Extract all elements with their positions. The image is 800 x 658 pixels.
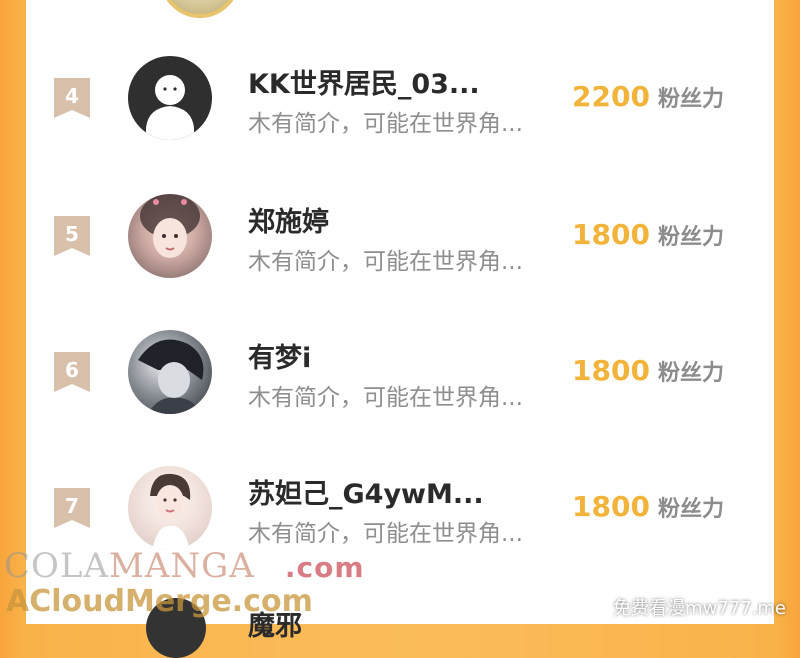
watermark-cola: COLA <box>4 546 110 586</box>
avatar[interactable] <box>128 194 212 278</box>
fans-label: 粉丝力 <box>657 225 724 250</box>
rank-badge: 7 <box>54 488 90 528</box>
user-name[interactable]: KK世界居民_03... <box>248 62 480 101</box>
user-name[interactable]: 郑施婷 <box>248 200 329 239</box>
user-photo-icon <box>150 473 191 550</box>
fans-label: 粉丝力 <box>657 87 724 112</box>
user-name[interactable]: 苏妲己_G4ywM... <box>248 472 484 511</box>
ranking-panel: 4 KK世界居民_03... 木有简介，可能在世界角... 2200 粉丝力 5 <box>26 0 774 624</box>
watermark-dotcom: .com <box>284 551 365 584</box>
watermark-colamanga: COLAMANGA .com <box>4 546 365 586</box>
fans-score: 1800 粉丝力 <box>572 218 724 251</box>
fans-score: 2200 粉丝力 <box>572 80 724 113</box>
rank-number: 4 <box>65 84 79 108</box>
user-bio: 木有简介，可能在世界角... <box>248 385 523 411</box>
rank-number: 7 <box>65 494 79 518</box>
fans-count: 1800 <box>572 490 650 523</box>
watermark-manga: MANGA <box>109 546 255 586</box>
user-photo-icon <box>140 194 200 258</box>
user-name[interactable]: 有梦i <box>248 336 311 375</box>
ranking-row[interactable]: 5 郑施婷 木有简介，可能在世界角... 1800 粉丝力 <box>26 194 774 330</box>
rank-badge: 6 <box>54 352 90 392</box>
user-bio: 木有简介，可能在世界角... <box>248 111 523 137</box>
ranking-row[interactable]: 6 有梦i 木有简介，可能在世界角... 1800 粉丝力 <box>26 330 774 466</box>
user-photo-icon <box>138 339 204 414</box>
fans-count: 1800 <box>572 218 650 251</box>
watermark-mw777: 免费看漫mw777.me <box>613 598 786 619</box>
ranking-row[interactable]: 4 KK世界居民_03... 木有简介，可能在世界角... 2200 粉丝力 <box>26 56 774 192</box>
avatar-top-cut <box>160 0 240 18</box>
avatar[interactable] <box>128 56 212 140</box>
rank-badge: 4 <box>54 78 90 118</box>
rank-number: 6 <box>65 358 79 382</box>
user-bio: 木有简介，可能在世界角... <box>248 249 523 275</box>
fans-label: 粉丝力 <box>657 361 724 386</box>
avatar[interactable] <box>128 330 212 414</box>
default-avatar-icon <box>146 75 194 140</box>
avatar[interactable] <box>128 466 212 550</box>
user-bio: 木有简介，可能在世界角... <box>248 521 523 547</box>
rank-badge: 5 <box>54 216 90 256</box>
fans-score: 1800 粉丝力 <box>572 354 724 387</box>
watermark-acloudmerge: ACloudMerge.com <box>6 584 313 619</box>
fans-count: 2200 <box>572 80 650 113</box>
rank-number: 5 <box>65 222 79 246</box>
fans-count: 1800 <box>572 354 650 387</box>
fans-score: 1800 粉丝力 <box>572 490 724 523</box>
fans-label: 粉丝力 <box>657 497 724 522</box>
